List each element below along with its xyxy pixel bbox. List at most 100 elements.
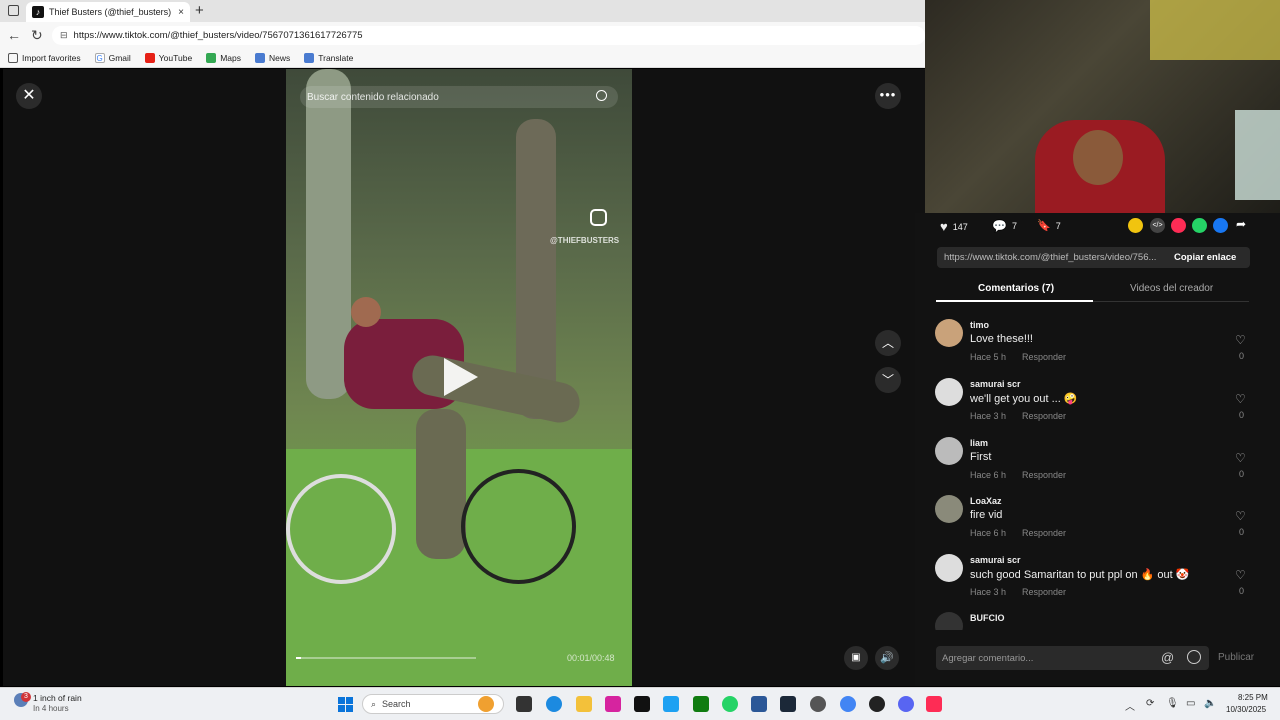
- heart-outline-icon[interactable]: ♡: [1235, 509, 1246, 523]
- site-info-icon[interactable]: ⊟: [60, 30, 68, 41]
- xbox-icon[interactable]: [693, 696, 709, 712]
- bookmark-translate[interactable]: Translate: [304, 52, 353, 63]
- avatar[interactable]: [935, 319, 963, 347]
- comment-username[interactable]: LoaXaz: [970, 496, 1002, 506]
- tab-close-icon[interactable]: ×: [178, 7, 184, 18]
- whatsapp-icon[interactable]: [1192, 218, 1207, 233]
- bookmark-youtube[interactable]: YouTube: [144, 52, 193, 63]
- tab-actions-icon[interactable]: [8, 5, 19, 16]
- network-icon[interactable]: ▭: [1186, 698, 1195, 709]
- whatsapp-app-icon[interactable]: [722, 696, 738, 712]
- graffiti-wall: [1150, 0, 1280, 60]
- publish-button[interactable]: Publicar: [1218, 652, 1254, 663]
- avatar[interactable]: [935, 612, 963, 630]
- heart-outline-icon[interactable]: ♡: [1235, 392, 1246, 406]
- heart-outline-icon[interactable]: ♡: [1235, 568, 1246, 582]
- comment-time: Hace 6 h: [970, 528, 1007, 538]
- save-stat[interactable]: 🔖 7: [1037, 219, 1061, 232]
- app-icon[interactable]: [869, 696, 885, 712]
- avatar[interactable]: [935, 437, 963, 465]
- previous-video-button[interactable]: ︿: [875, 330, 901, 356]
- chrome-icon[interactable]: [840, 696, 856, 712]
- store-icon[interactable]: [751, 696, 767, 712]
- progress-track[interactable]: [296, 657, 476, 659]
- reload-icon[interactable]: ↻: [31, 27, 43, 44]
- share-arrow-icon[interactable]: ➦: [1236, 217, 1246, 231]
- bookmark-gmail[interactable]: G Gmail: [94, 52, 131, 63]
- back-arrow-icon[interactable]: ←: [7, 27, 21, 43]
- bookmark-import-favorites[interactable]: Import favorites: [8, 52, 81, 63]
- coin-icon[interactable]: [1128, 218, 1143, 233]
- twitter-app-icon[interactable]: [663, 696, 679, 712]
- steam-icon[interactable]: [780, 696, 796, 712]
- comment-text: we'll get you out ... 🤪: [970, 393, 1078, 405]
- reply-button[interactable]: Responder: [1022, 352, 1066, 362]
- more-options-icon[interactable]: •••: [875, 83, 901, 109]
- bookmark-label: YouTube: [158, 52, 193, 63]
- windows-start-icon[interactable]: [338, 697, 353, 712]
- avatar[interactable]: [935, 554, 963, 582]
- send-icon[interactable]: [1171, 218, 1186, 233]
- bike-wheel: [461, 469, 576, 584]
- address-bar[interactable]: ⊟ https://www.tiktok.com/@thief_busters/…: [52, 26, 925, 45]
- share-link[interactable]: https://www.tiktok.com/@thief_busters/vi…: [944, 252, 1156, 263]
- comment-stat[interactable]: 💬 7: [992, 219, 1017, 233]
- file-explorer-icon[interactable]: [576, 696, 592, 712]
- browser-tab[interactable]: ♪ Thief Busters (@thief_busters) | Ti ×: [26, 2, 190, 22]
- related-search-input[interactable]: Buscar contenido relacionado: [300, 86, 618, 108]
- tiktok-app-icon[interactable]: [634, 696, 650, 712]
- heart-outline-icon[interactable]: ♡: [1235, 333, 1246, 347]
- volume-icon[interactable]: 🔊: [875, 646, 899, 670]
- comment-username[interactable]: samurai scr: [970, 379, 1021, 389]
- reply-button[interactable]: Responder: [1022, 528, 1066, 538]
- heart-outline-icon[interactable]: ♡: [1235, 451, 1246, 465]
- mic-icon[interactable]: 🎙: [1166, 698, 1179, 709]
- play-icon[interactable]: [444, 358, 478, 396]
- speaker-icon[interactable]: 🔈: [1204, 698, 1216, 709]
- facebook-icon[interactable]: [1213, 218, 1228, 233]
- comment-icon: 💬: [992, 219, 1007, 233]
- embed-icon[interactable]: </>: [1150, 218, 1165, 233]
- instagram-app-icon[interactable]: [605, 696, 621, 712]
- like-stat[interactable]: ♥ 147: [940, 219, 968, 234]
- obs-icon[interactable]: [810, 696, 826, 712]
- task-view-icon[interactable]: [516, 696, 532, 712]
- weather-text[interactable]: 1 inch of rain: [33, 693, 82, 703]
- copy-link-button[interactable]: Copiar enlace: [1174, 252, 1236, 263]
- edge-icon[interactable]: [546, 696, 562, 712]
- comment-username[interactable]: BUFCIO: [970, 613, 1005, 623]
- avatar[interactable]: [935, 378, 963, 406]
- reply-button[interactable]: Responder: [1022, 470, 1066, 480]
- comment-username[interactable]: samurai scr: [970, 555, 1021, 565]
- chevron-up-icon[interactable]: ︿: [1125, 698, 1135, 713]
- reply-button[interactable]: Responder: [1022, 587, 1066, 597]
- tab-creator-videos[interactable]: Videos del creador: [1130, 283, 1213, 294]
- comment-count: 7: [1011, 221, 1017, 231]
- next-video-button[interactable]: ﹀: [875, 367, 901, 393]
- emoji-icon[interactable]: [1187, 650, 1201, 664]
- bookmark-maps[interactable]: Maps: [206, 52, 241, 63]
- new-tab-button[interactable]: +: [195, 2, 204, 19]
- widgets-icon[interactable]: [478, 696, 494, 712]
- pip-icon[interactable]: ▣: [844, 646, 868, 670]
- avatar[interactable]: [935, 495, 963, 523]
- import-icon: [8, 52, 18, 63]
- discord-icon[interactable]: [898, 696, 914, 712]
- comment-username[interactable]: liam: [970, 438, 988, 448]
- search-placeholder: Buscar contenido relacionado: [307, 91, 439, 103]
- bookmark-label: News: [268, 52, 291, 63]
- comment-text: such good Samaritan to put ppl on 🔥 out …: [970, 569, 1190, 581]
- search-icon[interactable]: [596, 90, 607, 101]
- sync-icon[interactable]: ⟳: [1146, 698, 1154, 709]
- comment-username[interactable]: timo: [970, 320, 989, 330]
- close-button[interactable]: ✕: [16, 83, 42, 109]
- mention-icon[interactable]: @: [1161, 650, 1174, 665]
- reply-button[interactable]: Responder: [1022, 411, 1066, 421]
- tiktok-live-icon[interactable]: [926, 696, 942, 712]
- clock-time[interactable]: 8:25 PM: [1238, 693, 1268, 702]
- tab-comments[interactable]: Comentarios (7): [978, 283, 1054, 294]
- comment-text: Love these!!!: [970, 333, 1033, 345]
- clock-date[interactable]: 10/30/2025: [1226, 705, 1266, 714]
- webcam-overlay: [925, 0, 1280, 213]
- bookmark-news[interactable]: News: [254, 52, 291, 63]
